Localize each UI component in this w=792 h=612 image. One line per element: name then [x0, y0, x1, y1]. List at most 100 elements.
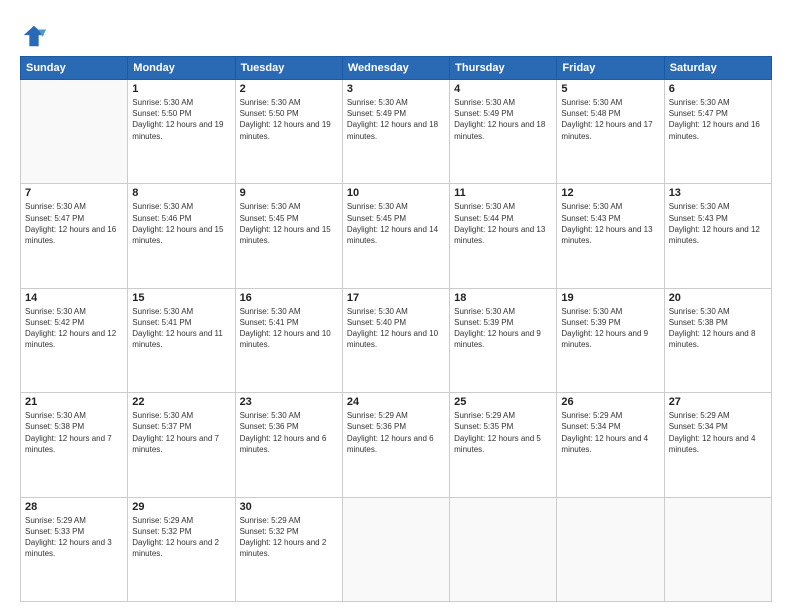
calendar-day-cell: 28Sunrise: 5:29 AMSunset: 5:33 PMDayligh… [21, 497, 128, 601]
calendar-day-cell: 8 Sunrise: 5:30 AMSunset: 5:46 PMDaylight… [128, 184, 235, 288]
day-info: Sunrise: 5:30 AMSunset: 5:47 PMDaylight:… [669, 97, 767, 142]
day-info: Sunrise: 5:30 AMSunset: 5:49 PMDaylight:… [454, 97, 552, 142]
day-info: Sunrise: 5:30 AMSunset: 5:46 PMDaylight:… [132, 201, 230, 246]
day-number: 8 [132, 187, 230, 199]
calendar-day-cell: 5 Sunrise: 5:30 AMSunset: 5:48 PMDaylight… [557, 80, 664, 184]
calendar-week-row: 14 Sunrise: 5:30 AMSunset: 5:42 PMDayligh… [21, 288, 772, 392]
calendar-day-header: Friday [557, 57, 664, 80]
calendar-day-cell: 23 Sunrise: 5:30 AMSunset: 5:36 PMDayligh… [235, 393, 342, 497]
day-info: Sunrise: 5:30 AMSunset: 5:47 PMDaylight:… [25, 201, 123, 246]
calendar-day-cell: 27 Sunrise: 5:29 AMSunset: 5:34 PMDayligh… [664, 393, 771, 497]
day-info: Sunrise: 5:30 AMSunset: 5:39 PMDaylight:… [561, 306, 659, 351]
day-number: 12 [561, 187, 659, 199]
calendar-day-cell: 19Sunrise: 5:30 AMSunset: 5:39 PMDayligh… [557, 288, 664, 392]
calendar-day-cell [21, 80, 128, 184]
calendar-day-cell: 10 Sunrise: 5:30 AMSunset: 5:45 PMDayligh… [342, 184, 449, 288]
page: SundayMondayTuesdayWednesdayThursdayFrid… [0, 0, 792, 612]
day-info: Sunrise: 5:30 AMSunset: 5:38 PMDaylight:… [669, 306, 767, 351]
calendar-day-header: Monday [128, 57, 235, 80]
calendar-day-cell: 11 Sunrise: 5:30 AMSunset: 5:44 PMDayligh… [450, 184, 557, 288]
day-info: Sunrise: 5:30 AMSunset: 5:36 PMDaylight:… [240, 410, 338, 455]
day-number: 18 [454, 292, 552, 304]
calendar-week-row: 1 Sunrise: 5:30 AMSunset: 5:50 PMDaylight… [21, 80, 772, 184]
day-number: 13 [669, 187, 767, 199]
calendar-day-cell: 20 Sunrise: 5:30 AMSunset: 5:38 PMDayligh… [664, 288, 771, 392]
day-number: 7 [25, 187, 123, 199]
day-number: 23 [240, 396, 338, 408]
day-number: 5 [561, 83, 659, 95]
calendar-day-header: Sunday [21, 57, 128, 80]
calendar-day-cell: 22 Sunrise: 5:30 AMSunset: 5:37 PMDayligh… [128, 393, 235, 497]
calendar-week-row: 28Sunrise: 5:29 AMSunset: 5:33 PMDayligh… [21, 497, 772, 601]
day-info: Sunrise: 5:30 AMSunset: 5:40 PMDaylight:… [347, 306, 445, 351]
day-number: 24 [347, 396, 445, 408]
day-info: Sunrise: 5:30 AMSunset: 5:45 PMDaylight:… [347, 201, 445, 246]
header [20, 18, 772, 50]
calendar-day-cell: 4Sunrise: 5:30 AMSunset: 5:49 PMDaylight… [450, 80, 557, 184]
calendar-header-row: SundayMondayTuesdayWednesdayThursdayFrid… [21, 57, 772, 80]
day-info: Sunrise: 5:30 AMSunset: 5:37 PMDaylight:… [132, 410, 230, 455]
day-number: 3 [347, 83, 445, 95]
day-info: Sunrise: 5:30 AMSunset: 5:41 PMDaylight:… [132, 306, 230, 351]
logo-icon [20, 22, 48, 50]
day-number: 9 [240, 187, 338, 199]
day-number: 6 [669, 83, 767, 95]
day-info: Sunrise: 5:30 AMSunset: 5:45 PMDaylight:… [240, 201, 338, 246]
calendar-day-cell: 17 Sunrise: 5:30 AMSunset: 5:40 PMDayligh… [342, 288, 449, 392]
day-info: Sunrise: 5:30 AMSunset: 5:43 PMDaylight:… [561, 201, 659, 246]
day-number: 15 [132, 292, 230, 304]
calendar-week-row: 21 Sunrise: 5:30 AMSunset: 5:38 PMDayligh… [21, 393, 772, 497]
day-info: Sunrise: 5:30 AMSunset: 5:50 PMDaylight:… [240, 97, 338, 142]
day-number: 30 [240, 501, 338, 513]
day-info: Sunrise: 5:29 AMSunset: 5:34 PMDaylight:… [669, 410, 767, 455]
day-info: Sunrise: 5:29 AMSunset: 5:36 PMDaylight:… [347, 410, 445, 455]
calendar-day-cell: 15 Sunrise: 5:30 AMSunset: 5:41 PMDayligh… [128, 288, 235, 392]
day-number: 16 [240, 292, 338, 304]
day-number: 1 [132, 83, 230, 95]
calendar-day-cell: 3 Sunrise: 5:30 AMSunset: 5:49 PMDaylight… [342, 80, 449, 184]
day-number: 2 [240, 83, 338, 95]
calendar-day-cell [557, 497, 664, 601]
day-info: Sunrise: 5:30 AMSunset: 5:48 PMDaylight:… [561, 97, 659, 142]
calendar-day-header: Thursday [450, 57, 557, 80]
day-info: Sunrise: 5:30 AMSunset: 5:38 PMDaylight:… [25, 410, 123, 455]
day-number: 21 [25, 396, 123, 408]
calendar-day-cell: 24 Sunrise: 5:29 AMSunset: 5:36 PMDayligh… [342, 393, 449, 497]
day-number: 11 [454, 187, 552, 199]
day-number: 17 [347, 292, 445, 304]
day-number: 20 [669, 292, 767, 304]
calendar-day-cell: 7 Sunrise: 5:30 AMSunset: 5:47 PMDaylight… [21, 184, 128, 288]
calendar-day-cell: 26Sunrise: 5:29 AMSunset: 5:34 PMDayligh… [557, 393, 664, 497]
calendar-day-header: Tuesday [235, 57, 342, 80]
calendar-day-cell: 1 Sunrise: 5:30 AMSunset: 5:50 PMDaylight… [128, 80, 235, 184]
day-info: Sunrise: 5:30 AMSunset: 5:42 PMDaylight:… [25, 306, 123, 351]
day-number: 27 [669, 396, 767, 408]
day-number: 28 [25, 501, 123, 513]
day-number: 29 [132, 501, 230, 513]
calendar-table: SundayMondayTuesdayWednesdayThursdayFrid… [20, 56, 772, 602]
calendar-day-cell: 12 Sunrise: 5:30 AMSunset: 5:43 PMDayligh… [557, 184, 664, 288]
calendar-day-cell: 25Sunrise: 5:29 AMSunset: 5:35 PMDayligh… [450, 393, 557, 497]
calendar-day-cell: 13Sunrise: 5:30 AMSunset: 5:43 PMDayligh… [664, 184, 771, 288]
calendar-day-cell: 9 Sunrise: 5:30 AMSunset: 5:45 PMDaylight… [235, 184, 342, 288]
day-info: Sunrise: 5:30 AMSunset: 5:44 PMDaylight:… [454, 201, 552, 246]
day-number: 25 [454, 396, 552, 408]
logo [20, 22, 52, 50]
day-info: Sunrise: 5:29 AMSunset: 5:32 PMDaylight:… [132, 515, 230, 560]
day-info: Sunrise: 5:30 AMSunset: 5:50 PMDaylight:… [132, 97, 230, 142]
calendar-day-cell: 6 Sunrise: 5:30 AMSunset: 5:47 PMDaylight… [664, 80, 771, 184]
day-info: Sunrise: 5:30 AMSunset: 5:49 PMDaylight:… [347, 97, 445, 142]
calendar-week-row: 7 Sunrise: 5:30 AMSunset: 5:47 PMDaylight… [21, 184, 772, 288]
day-number: 14 [25, 292, 123, 304]
calendar-day-cell: 21 Sunrise: 5:30 AMSunset: 5:38 PMDayligh… [21, 393, 128, 497]
day-info: Sunrise: 5:30 AMSunset: 5:41 PMDaylight:… [240, 306, 338, 351]
calendar-day-cell: 29 Sunrise: 5:29 AMSunset: 5:32 PMDayligh… [128, 497, 235, 601]
calendar-day-cell: 30Sunrise: 5:29 AMSunset: 5:32 PMDayligh… [235, 497, 342, 601]
calendar-day-cell [664, 497, 771, 601]
calendar-day-cell: 14 Sunrise: 5:30 AMSunset: 5:42 PMDayligh… [21, 288, 128, 392]
day-number: 10 [347, 187, 445, 199]
calendar-day-cell: 18Sunrise: 5:30 AMSunset: 5:39 PMDayligh… [450, 288, 557, 392]
calendar-day-cell: 2 Sunrise: 5:30 AMSunset: 5:50 PMDaylight… [235, 80, 342, 184]
day-info: Sunrise: 5:29 AMSunset: 5:34 PMDaylight:… [561, 410, 659, 455]
day-number: 22 [132, 396, 230, 408]
